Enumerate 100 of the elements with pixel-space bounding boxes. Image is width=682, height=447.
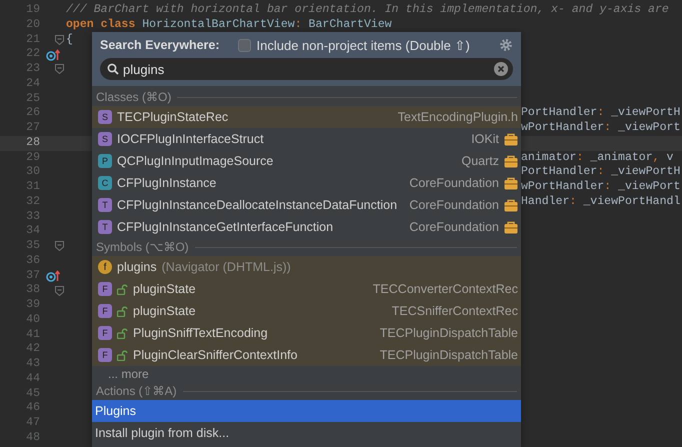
line-number: 48 xyxy=(26,430,40,446)
line-number: 29 xyxy=(26,150,40,166)
code-line: { xyxy=(66,32,73,48)
line-number: 20 xyxy=(26,18,40,32)
section-header: Classes (⌘O) xyxy=(96,90,172,104)
result-name: pluginState xyxy=(133,282,196,296)
line-number: 38 xyxy=(26,283,40,298)
result-location: CoreFoundation xyxy=(409,198,499,212)
result-name: PluginSniffTextEncoding xyxy=(133,326,268,340)
code-line: wPortHandler: _viewPort xyxy=(521,121,680,136)
code-line: animator: _animator, v xyxy=(521,150,674,166)
result-name: pluginState xyxy=(133,304,196,318)
line-number: 31 xyxy=(26,180,40,195)
more-link[interactable]: ... more xyxy=(108,367,149,381)
line-number: 22 xyxy=(26,47,40,62)
code-line: PortHandler: _viewPortH xyxy=(521,165,680,180)
popup-title: Search Everywhere: xyxy=(100,38,220,52)
line-number: 41 xyxy=(26,328,40,342)
result-location: TECPluginDispatchTable xyxy=(380,326,518,340)
result-name: CFPlugInInstanceGetInterfaceFunction xyxy=(117,220,334,234)
result-item[interactable]: F PluginClearSnifferContextInfo TECPluginDispatchTable xyxy=(92,344,521,366)
line-number: 19 xyxy=(26,3,40,18)
type-badge: S xyxy=(98,132,112,146)
result-item[interactable]: S IOCFPlugInInterfaceStruct IOKit xyxy=(92,128,521,150)
type-badge: P xyxy=(98,154,112,168)
line-number: 42 xyxy=(26,342,40,357)
result-item[interactable]: T CFPlugInInstanceDeallocateInstanceDataFunction CoreFoundation xyxy=(92,194,521,216)
line-number: 46 xyxy=(26,401,40,416)
include-label[interactable]: Include non-project items (Double ⇧) xyxy=(256,38,470,52)
fold-icon[interactable] xyxy=(55,34,64,45)
action-item[interactable]: Plugins xyxy=(92,400,521,422)
result-item[interactable]: T CFPlugInInstanceGetInterfaceFunction CoreFoundation xyxy=(92,216,521,238)
result-item[interactable]: S TECPluginStateRec TextEncodingPlugin.h xyxy=(92,106,521,128)
line-number: 37 xyxy=(26,268,40,284)
result-name: plugins xyxy=(117,260,157,274)
result-name: QCPlugInInputImageSource xyxy=(117,154,274,168)
result-location: TECSnifferContextRec xyxy=(392,304,518,318)
code-line: PortHandler: _viewPortH xyxy=(521,106,680,121)
line-number: 34 xyxy=(26,224,40,239)
line-number: 40 xyxy=(26,312,40,328)
section-header: Symbols (⌥⌘O) xyxy=(96,240,189,254)
fold-icon[interactable] xyxy=(55,286,64,296)
include-checkbox[interactable] xyxy=(238,38,251,52)
code-line: /// BarChart with horizontal bar orientation. In this implementation, x- and y-axis are xyxy=(66,3,669,18)
type-badge: F xyxy=(98,282,112,296)
fold-icon[interactable] xyxy=(55,241,64,252)
line-number: 27 xyxy=(26,121,40,136)
type-badge: C xyxy=(98,176,112,190)
type-badge: f xyxy=(98,260,112,274)
code-line: Handler: _viewPortHandl xyxy=(521,194,680,210)
result-item[interactable]: F PluginSniffTextEncoding TECPluginDispatchTable xyxy=(92,322,521,344)
line-number: 28 xyxy=(26,136,40,150)
type-badge: F xyxy=(98,326,112,340)
line-number: 23 xyxy=(26,62,40,77)
line-number: 35 xyxy=(26,239,40,254)
search-icon xyxy=(107,63,119,75)
result-location: TECConverterContextRec xyxy=(372,282,518,296)
result-item[interactable]: F pluginState TECConverterContextRec xyxy=(92,278,521,300)
line-number: 21 xyxy=(26,32,40,48)
result-name: CFPlugInInstance xyxy=(117,176,216,190)
result-location: CoreFoundation xyxy=(409,220,499,234)
line-number: 24 xyxy=(26,76,40,92)
line-number: 44 xyxy=(26,372,40,386)
result-location: CoreFoundation xyxy=(409,176,499,190)
line-number: 43 xyxy=(26,357,40,372)
result-item[interactable]: P QCPlugInInputImageSource Quartz xyxy=(92,150,521,172)
result-name: IOCFPlugInInterfaceStruct xyxy=(117,132,264,146)
line-number: 36 xyxy=(26,254,40,268)
type-badge: S xyxy=(98,110,112,124)
type-badge: F xyxy=(98,348,112,362)
line-number: 26 xyxy=(26,106,40,121)
result-item[interactable]: F pluginState TECSnifferContextRec xyxy=(92,300,521,322)
override-icon[interactable] xyxy=(46,270,60,282)
line-number: 32 xyxy=(26,194,40,210)
clear-icon[interactable] xyxy=(494,62,508,76)
section-header: Actions (⇧⌘A) xyxy=(96,384,177,398)
result-location: Quartz xyxy=(461,154,499,168)
type-badge: T xyxy=(98,198,112,212)
action-item[interactable]: Install plugin from disk... xyxy=(92,422,521,444)
code-line: open class HorizontalBarChartView: BarChartView xyxy=(66,18,392,32)
result-item[interactable]: f plugins (Navigator (DHTML.js)) xyxy=(92,256,521,278)
line-number: 39 xyxy=(26,298,40,313)
result-name: TECPluginStateRec xyxy=(117,110,228,124)
override-icon[interactable] xyxy=(46,48,60,61)
settings-icon[interactable] xyxy=(499,38,513,52)
result-location: TECPluginDispatchTable xyxy=(380,348,518,362)
line-number: 47 xyxy=(26,416,40,431)
line-number: 33 xyxy=(26,210,40,224)
result-item[interactable]: C CFPlugInInstance CoreFoundation xyxy=(92,172,521,194)
search-field[interactable]: plugins xyxy=(100,58,513,80)
code-line: wPortHandler: _viewPort xyxy=(521,180,680,195)
line-number: 25 xyxy=(26,92,40,106)
result-location: TextEncodingPlugin.h xyxy=(398,110,518,124)
fold-icon[interactable] xyxy=(55,64,64,74)
result-detail: (Navigator (DHTML.js)) xyxy=(162,260,291,274)
type-badge: F xyxy=(98,304,112,318)
line-number: 30 xyxy=(26,165,40,180)
result-name: PluginClearSnifferContextInfo xyxy=(133,348,298,362)
line-number: 45 xyxy=(26,386,40,402)
result-location: IOKit xyxy=(471,132,499,146)
